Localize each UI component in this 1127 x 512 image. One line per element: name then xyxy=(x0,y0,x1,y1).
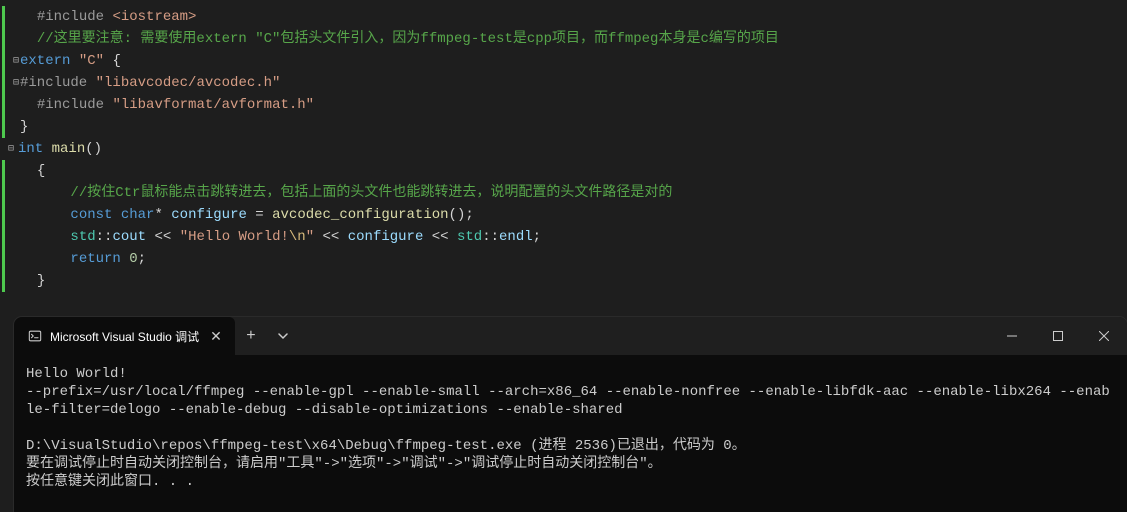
gutter[interactable] xyxy=(2,116,20,138)
tab-close-button[interactable]: ✕ xyxy=(207,328,225,345)
code-line[interactable]: //按住Ctr鼠标能点击跳转进去，包括上面的头文件也能跳转进去，说明配置的头文件… xyxy=(0,182,1127,204)
code-line[interactable]: } xyxy=(0,116,1127,138)
gutter[interactable] xyxy=(2,182,20,204)
code-line[interactable]: ⊟extern "C" { xyxy=(0,50,1127,72)
code-line[interactable]: { xyxy=(0,160,1127,182)
gutter[interactable] xyxy=(2,270,20,292)
tab-dropdown-button[interactable] xyxy=(267,317,299,355)
code-content[interactable]: #include <iostream> xyxy=(20,6,1127,28)
code-content[interactable]: extern "C" { xyxy=(20,50,1127,72)
code-line[interactable]: //这里要注意: 需要使用extern "C"包括头文件引入，因为ffmpeg-… xyxy=(0,28,1127,50)
code-content[interactable]: //按住Ctr鼠标能点击跳转进去，包括上面的头文件也能跳转进去，说明配置的头文件… xyxy=(20,182,1127,204)
code-content[interactable]: #include "libavformat/avformat.h" xyxy=(20,94,1127,116)
gutter[interactable]: ⊟ xyxy=(2,50,20,72)
code-content[interactable]: { xyxy=(20,160,1127,182)
code-content[interactable]: //这里要注意: 需要使用extern "C"包括头文件引入，因为ffmpeg-… xyxy=(20,28,1127,50)
terminal-tab-title: Microsoft Visual Studio 调试 xyxy=(50,328,199,345)
code-content[interactable]: std::cout << "Hello World!\n" << configu… xyxy=(20,226,1127,248)
gutter[interactable] xyxy=(2,6,20,28)
code-line[interactable]: return 0; xyxy=(0,248,1127,270)
code-line[interactable]: ⊟int main() xyxy=(0,138,1127,160)
gutter[interactable] xyxy=(2,204,20,226)
fold-toggle-icon[interactable]: ⊟ xyxy=(13,51,19,73)
code-content[interactable]: const char* configure = avcodec_configur… xyxy=(20,204,1127,226)
code-editor[interactable]: #include <iostream> //这里要注意: 需要使用extern … xyxy=(0,0,1127,302)
terminal-window: Microsoft Visual Studio 调试 ✕ + Hello Wor… xyxy=(14,317,1127,512)
code-content[interactable]: #include "libavcodec/avcodec.h" xyxy=(20,72,1127,94)
gutter[interactable] xyxy=(2,94,20,116)
fold-toggle-icon[interactable]: ⊟ xyxy=(8,139,14,161)
window-controls xyxy=(989,317,1127,355)
terminal-tab[interactable]: Microsoft Visual Studio 调试 ✕ xyxy=(14,317,235,355)
fold-toggle-icon[interactable]: ⊟ xyxy=(13,73,19,95)
maximize-button[interactable] xyxy=(1035,317,1081,355)
code-line[interactable]: #include "libavformat/avformat.h" xyxy=(0,94,1127,116)
new-tab-button[interactable]: + xyxy=(235,317,267,355)
code-line[interactable]: #include <iostream> xyxy=(0,6,1127,28)
terminal-titlebar: Microsoft Visual Studio 调试 ✕ + xyxy=(14,317,1127,355)
code-line[interactable]: } xyxy=(0,270,1127,292)
gutter[interactable] xyxy=(2,160,20,182)
code-content[interactable]: } xyxy=(20,116,1127,138)
terminal-icon xyxy=(28,329,42,343)
code-line[interactable]: ⊟#include "libavcodec/avcodec.h" xyxy=(0,72,1127,94)
gutter[interactable]: ⊟ xyxy=(2,72,20,94)
code-content[interactable]: } xyxy=(20,270,1127,292)
minimize-button[interactable] xyxy=(989,317,1035,355)
code-content[interactable]: int main() xyxy=(18,138,1127,160)
close-button[interactable] xyxy=(1081,317,1127,355)
code-line[interactable]: const char* configure = avcodec_configur… xyxy=(0,204,1127,226)
gutter[interactable] xyxy=(2,226,20,248)
terminal-output[interactable]: Hello World! --prefix=/usr/local/ffmpeg … xyxy=(14,355,1127,501)
gutter[interactable] xyxy=(2,28,20,50)
code-content[interactable]: return 0; xyxy=(20,248,1127,270)
gutter[interactable] xyxy=(2,248,20,270)
code-line[interactable]: std::cout << "Hello World!\n" << configu… xyxy=(0,226,1127,248)
gutter[interactable]: ⊟ xyxy=(0,138,18,160)
